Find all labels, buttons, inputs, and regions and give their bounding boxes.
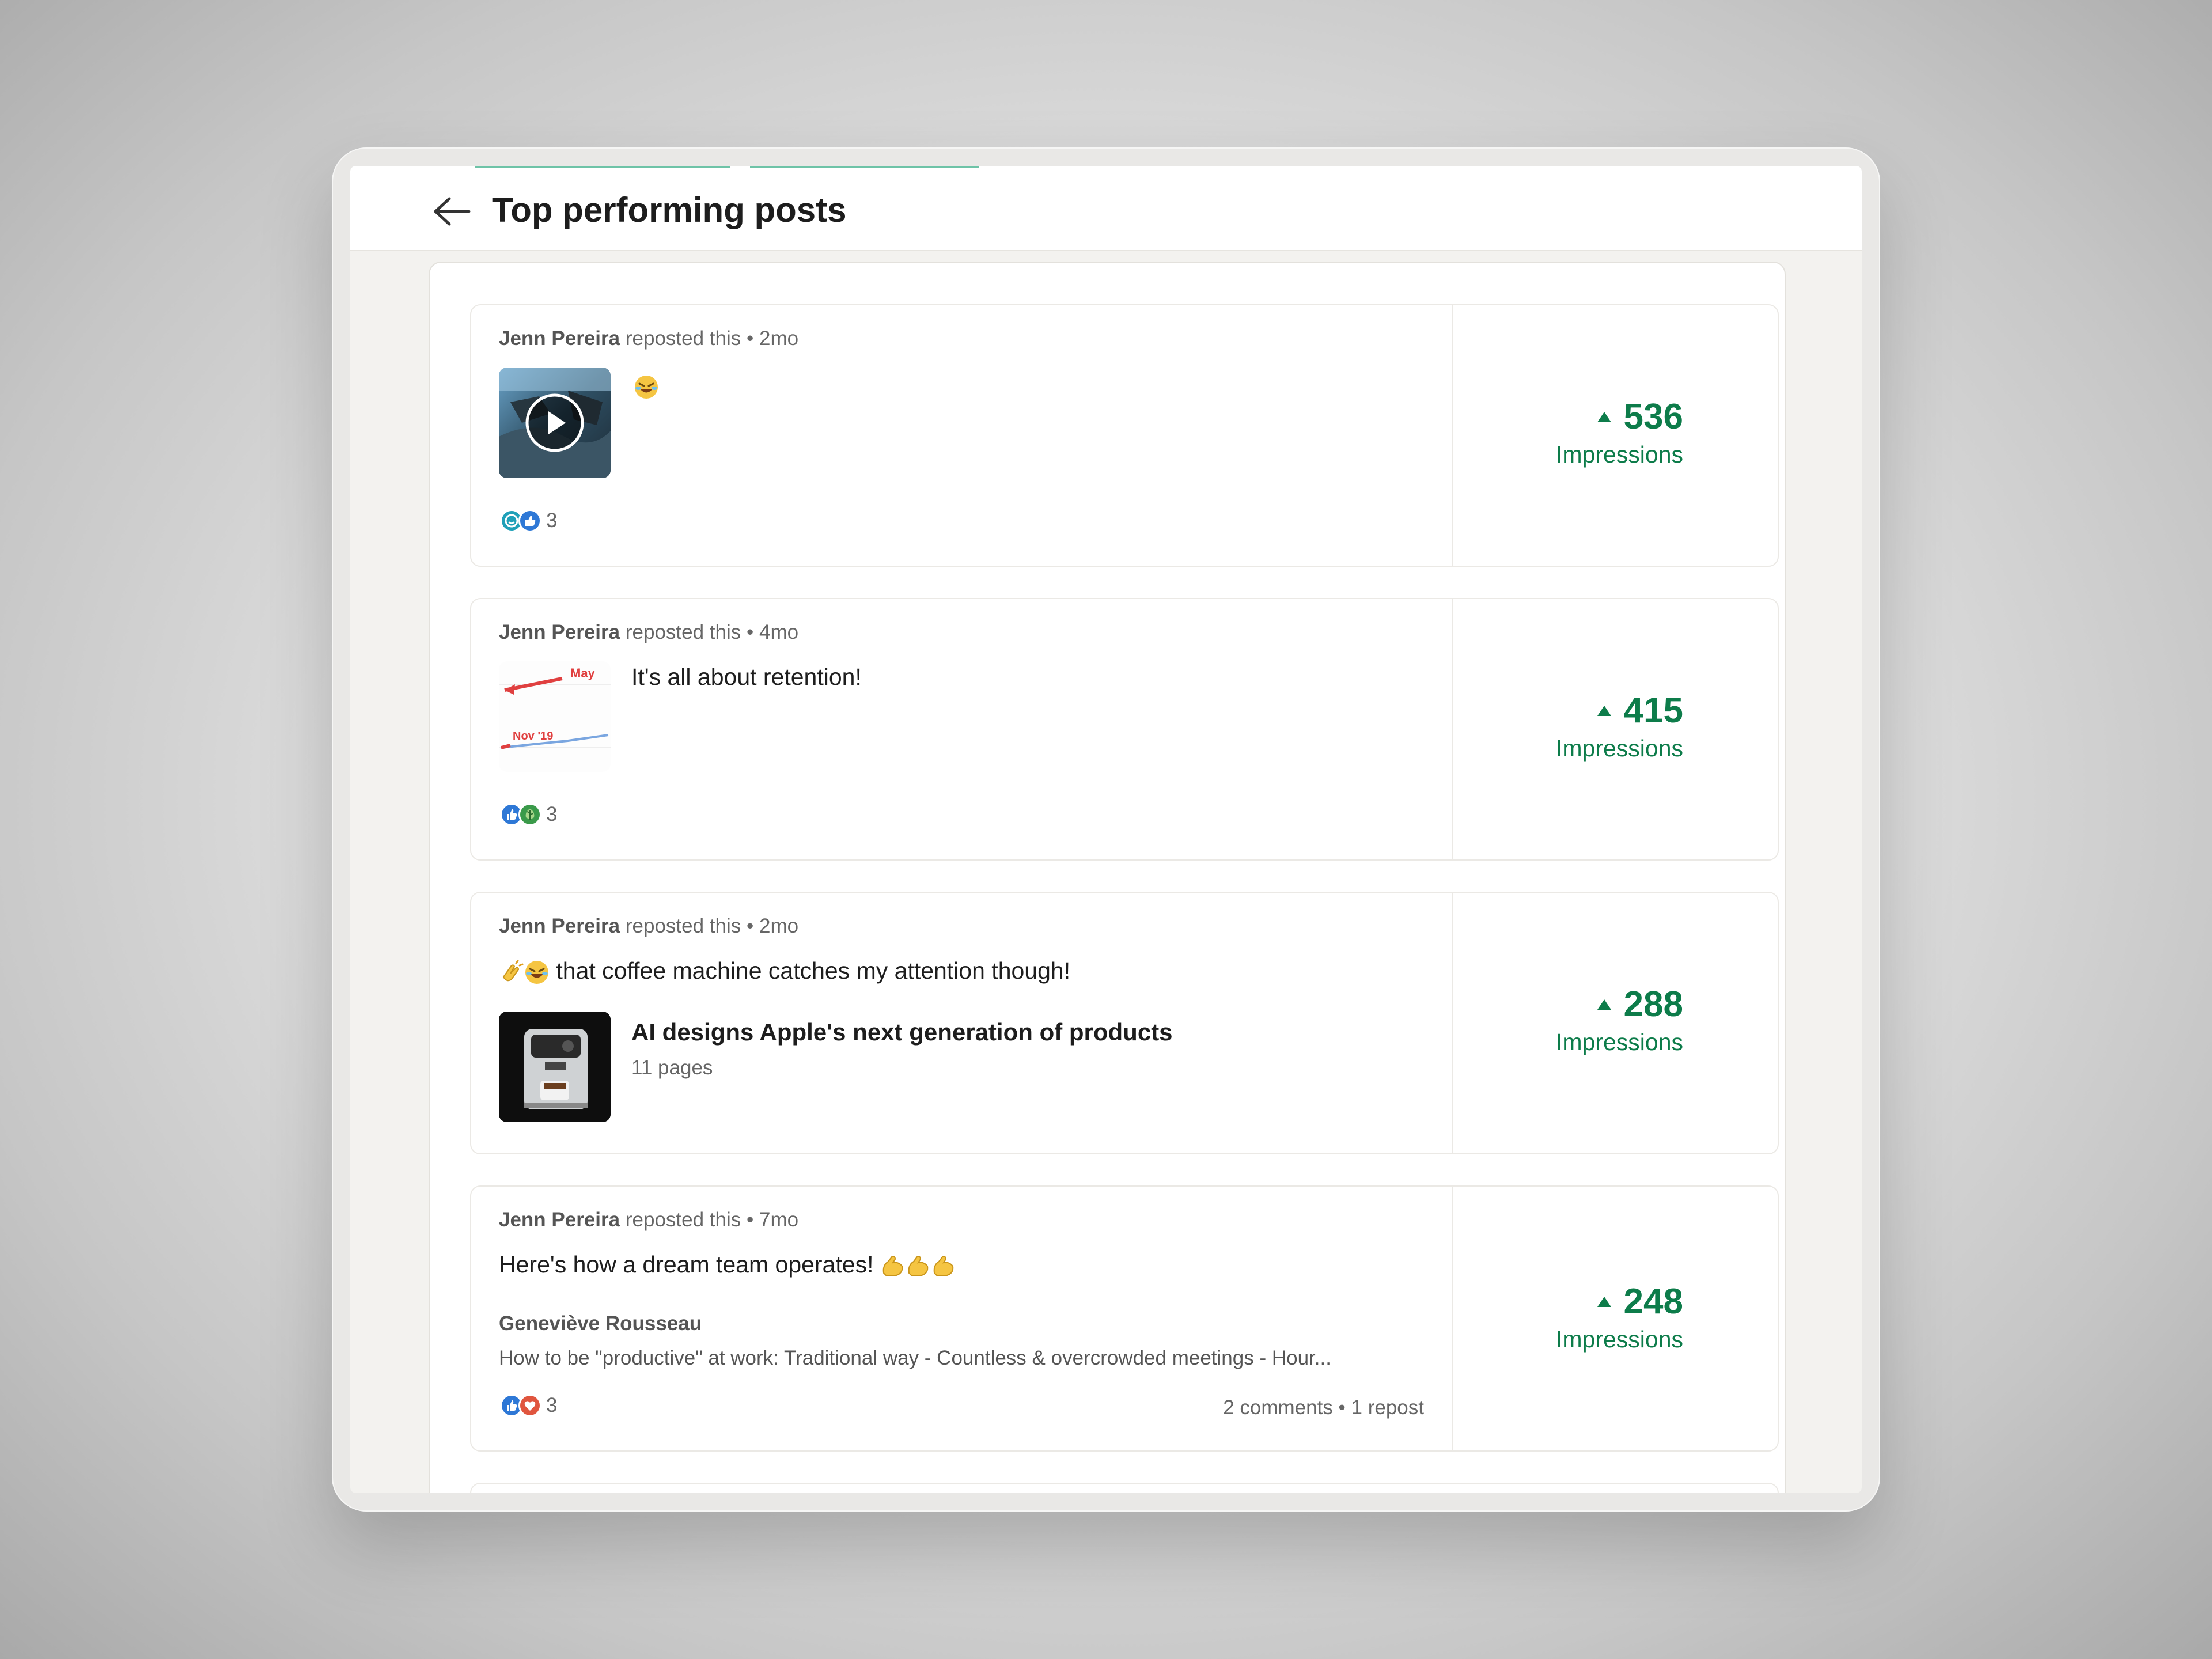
- meta-separator: •: [747, 915, 754, 937]
- post-author[interactable]: Jenn Pereira: [499, 915, 620, 937]
- clapping-hands-icon: [502, 960, 524, 982]
- device-frame: Top performing posts Jenn Pereira repost…: [332, 147, 1880, 1512]
- impressions-stats: 415 Impressions: [1452, 599, 1779, 859]
- impressions-stats: 248 Impressions: [1452, 1187, 1779, 1450]
- impressions-value: 248: [1597, 1281, 1683, 1322]
- post-content: Jenn Pereira reposted this • 2mo: [471, 893, 1453, 1153]
- trend-up-icon: [1597, 1296, 1611, 1307]
- impressions-label: Impressions: [1555, 1326, 1683, 1353]
- arrow-left-icon: [434, 197, 471, 226]
- page-header: Top performing posts: [350, 166, 1862, 251]
- post-content: Jenn Pereira reposted this • 2mo: [471, 305, 1453, 566]
- post-meta: Jenn Pereira reposted this • 7mo: [499, 1209, 798, 1232]
- impressions-number: 288: [1623, 984, 1683, 1024]
- post-meta: Jenn Pereira reposted this • 2mo: [499, 915, 798, 938]
- impressions-number: 536: [1623, 397, 1683, 437]
- post-age: 7mo: [759, 1209, 799, 1231]
- flexed-biceps-icon: [882, 1256, 903, 1277]
- impressions-number: 248: [1623, 1282, 1683, 1321]
- impressions-value: 415: [1597, 690, 1683, 731]
- impressions-stats: 288 Impressions: [1452, 893, 1779, 1153]
- meta-separator: •: [747, 327, 754, 350]
- back-button[interactable]: [429, 191, 475, 232]
- post-activity[interactable]: 2 comments • 1 repost: [1223, 1396, 1424, 1419]
- impressions-value: 288: [1597, 984, 1683, 1025]
- post-text: that coffee machine catches my attention…: [556, 957, 1071, 984]
- post-age: 2mo: [759, 915, 799, 937]
- reactions[interactable]: 3: [500, 1394, 557, 1417]
- post-card-partial[interactable]: [470, 1483, 1779, 1493]
- post-content: Jenn Pereira reposted this • 7mo Here's …: [471, 1187, 1453, 1450]
- post-card[interactable]: Jenn Pereira reposted this • 2mo: [470, 892, 1779, 1154]
- impressions-label: Impressions: [1555, 1029, 1683, 1055]
- thumb-label-nov: Nov '19: [513, 730, 553, 743]
- document-pages: 11 pages: [631, 1056, 713, 1079]
- post-action: reposted this: [625, 621, 741, 643]
- chart-thumbnail-image: May Nov '19: [499, 661, 611, 772]
- app-screen: Top performing posts Jenn Pereira repost…: [350, 166, 1862, 1493]
- reaction-count: 3: [546, 509, 558, 532]
- reaction-count: 3: [546, 1394, 558, 1416]
- post-action: reposted this: [625, 1209, 741, 1231]
- impressions-value: 536: [1597, 396, 1683, 437]
- laughing-face-icon: [525, 961, 548, 984]
- impressions-number: 415: [1623, 691, 1683, 730]
- post-card[interactable]: Jenn Pereira reposted this • 2mo: [470, 304, 1779, 567]
- flexed-biceps-icon: [908, 1256, 929, 1277]
- support-icon: [518, 803, 541, 826]
- post-meta: Jenn Pereira reposted this • 4mo: [499, 621, 798, 644]
- quoted-text[interactable]: How to be "productive" at work: Traditio…: [499, 1347, 1426, 1370]
- document-thumbnail[interactable]: [499, 1012, 611, 1122]
- laughing-face-icon: [635, 376, 658, 399]
- post-text-emoji: [634, 372, 659, 400]
- tab-indicator: [475, 166, 730, 168]
- post-content: Jenn Pereira reposted this • 4mo May Nov…: [471, 599, 1453, 859]
- post-card[interactable]: Jenn Pereira reposted this • 7mo Here's …: [470, 1185, 1779, 1452]
- video-thumbnail-image: [499, 368, 611, 478]
- trend-up-icon: [1597, 411, 1611, 422]
- post-author[interactable]: Jenn Pereira: [499, 327, 620, 350]
- coffee-machine-image: [499, 1012, 611, 1122]
- post-author[interactable]: Jenn Pereira: [499, 1209, 620, 1231]
- trend-up-icon: [1597, 705, 1611, 716]
- post-action: reposted this: [625, 915, 741, 937]
- impressions-label: Impressions: [1555, 735, 1683, 762]
- post-meta: Jenn Pereira reposted this • 2mo: [499, 327, 798, 350]
- meta-separator: •: [747, 1209, 754, 1231]
- page-title: Top performing posts: [492, 191, 847, 229]
- quoted-author[interactable]: Geneviève Rousseau: [499, 1312, 702, 1335]
- post-age: 4mo: [759, 621, 799, 643]
- post-action: reposted this: [625, 327, 741, 350]
- love-icon: [518, 1394, 541, 1417]
- thumb-label-may: May: [570, 666, 596, 680]
- flexed-biceps-icon: [933, 1256, 954, 1277]
- posts-panel: Jenn Pereira reposted this • 2mo 3 536 I…: [429, 262, 1786, 1493]
- post-text: It's all about retention!: [631, 664, 862, 690]
- post-text: Here's how a dream team operates!: [499, 1251, 874, 1278]
- impressions-label: Impressions: [1555, 441, 1683, 468]
- tab-indicator: [750, 166, 979, 168]
- document-title[interactable]: AI designs Apple's next generation of pr…: [631, 1018, 1173, 1046]
- reactions[interactable]: 3: [500, 509, 557, 532]
- post-text-row: Here's how a dream team operates!: [499, 1251, 956, 1279]
- post-author[interactable]: Jenn Pereira: [499, 621, 620, 643]
- chart-thumbnail[interactable]: May Nov '19: [499, 661, 611, 772]
- post-text-row: that coffee machine catches my attention…: [499, 957, 1070, 985]
- like-icon: [518, 509, 541, 532]
- post-age: 2mo: [759, 327, 799, 350]
- reaction-count: 3: [546, 803, 558, 825]
- video-thumbnail[interactable]: [499, 368, 611, 478]
- post-card[interactable]: Jenn Pereira reposted this • 4mo May Nov…: [470, 598, 1779, 861]
- trend-up-icon: [1597, 999, 1611, 1010]
- reactions[interactable]: 3: [500, 803, 557, 826]
- impressions-stats: 536 Impressions: [1452, 305, 1779, 566]
- meta-separator: •: [747, 621, 754, 643]
